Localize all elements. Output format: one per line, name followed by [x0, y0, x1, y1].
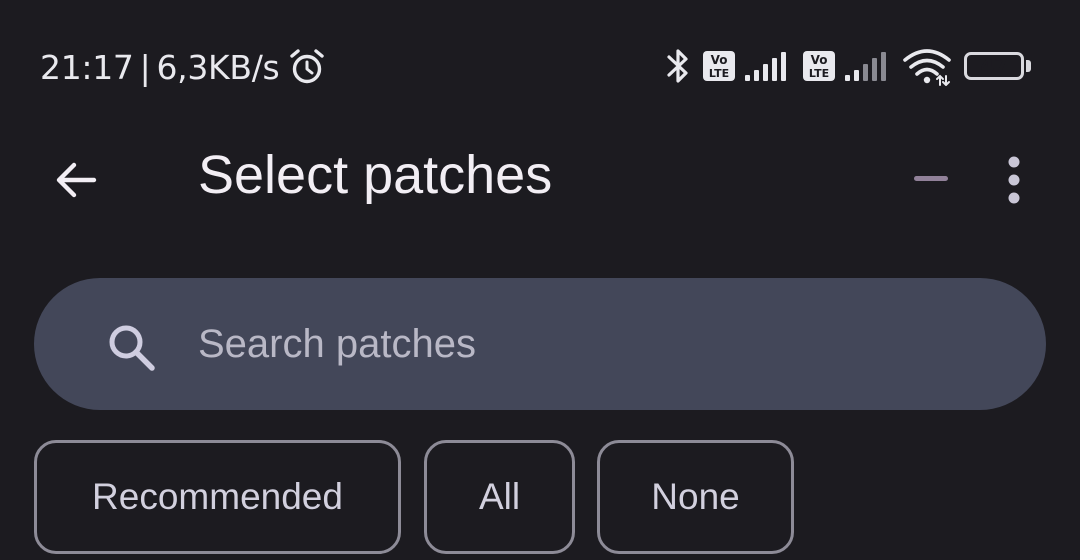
more-options-button[interactable]	[986, 140, 1042, 220]
status-bar: 21:17 | 6,3KB/s Vo LTE Vo LTE 47	[0, 0, 1080, 132]
chip-all[interactable]: All	[424, 440, 575, 554]
status-separator: |	[139, 47, 151, 87]
chip-label: Recommended	[92, 476, 343, 517]
search-icon	[109, 325, 155, 371]
back-button[interactable]	[34, 138, 118, 222]
battery-indicator: 47	[964, 50, 1034, 82]
arrow-back-icon	[56, 162, 97, 198]
volte-icon: Vo LTE	[803, 51, 835, 81]
battery-body: 47	[964, 52, 1024, 80]
svg-text:LTE: LTE	[709, 67, 729, 80]
chip-recommended[interactable]: Recommended	[34, 440, 401, 554]
chip-label: All	[478, 476, 521, 517]
alarm-clock-icon	[290, 49, 325, 84]
svg-text:Vo: Vo	[811, 53, 828, 67]
page-title: Select patches	[198, 145, 553, 205]
wifi-icon	[903, 49, 951, 86]
network-speed: 6,3KB/s	[156, 47, 280, 87]
search-input[interactable]	[198, 308, 998, 380]
battery-level: 47	[980, 54, 1008, 78]
more-vert-icon	[1008, 156, 1020, 204]
volte-icon: Vo LTE	[703, 51, 735, 81]
status-left-group: 21:17 | 6,3KB/s	[40, 42, 327, 92]
chip-none[interactable]: None	[597, 440, 794, 554]
cellular-signal-icon	[745, 52, 786, 81]
status-time: 21:17	[40, 47, 134, 87]
filter-chips: Recommended All None	[34, 440, 1046, 556]
loading-progress-indicator	[914, 176, 948, 181]
cellular-signal-icon	[845, 52, 886, 81]
svg-text:LTE: LTE	[809, 67, 829, 80]
battery-cap	[1026, 60, 1031, 72]
top-app-bar: Select patches	[0, 132, 1080, 228]
search-bar[interactable]	[34, 278, 1046, 410]
chip-label: None	[651, 476, 740, 517]
status-right-group: Vo LTE Vo LTE 47	[664, 44, 1034, 88]
bluetooth-icon	[667, 49, 688, 83]
svg-text:Vo: Vo	[711, 53, 728, 67]
